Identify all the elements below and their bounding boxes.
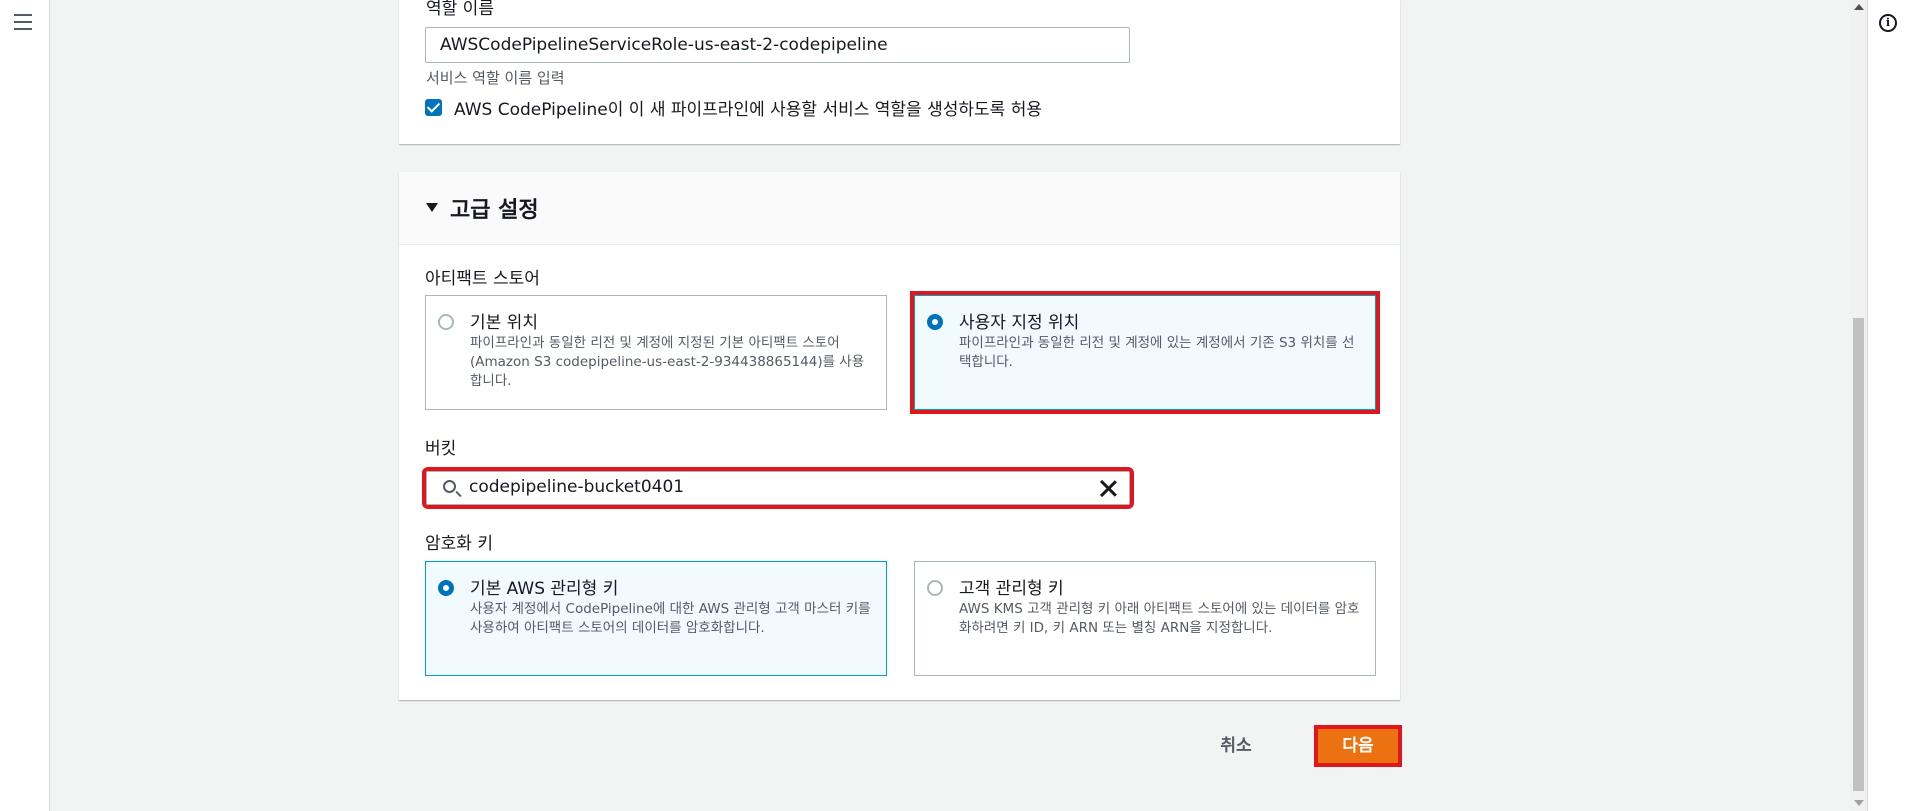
option-description: AWS KMS 고객 관리형 키 아래 아티팩트 스토어에 있는 데이터를 암호… [959, 601, 1360, 636]
cancel-button[interactable]: 취소 [1206, 729, 1266, 763]
encryption-aws-managed-radio[interactable] [438, 580, 454, 596]
encryption-aws-managed-option[interactable]: 기본 AWS 관리형 키 사용자 계정에서 CodePipeline에 대한 A… [425, 561, 887, 676]
scroll-up-arrow-icon[interactable] [1854, 4, 1864, 10]
encryption-customer-managed-option[interactable]: 고객 관리형 키 AWS KMS 고객 관리형 키 아래 아티팩트 스토어에 있… [914, 561, 1376, 676]
option-title: 기본 AWS 관리형 키 [470, 579, 619, 599]
artifact-default-location-option[interactable]: 기본 위치 파이프라인과 동일한 리전 및 계정에 지정된 기본 아티팩트 스토… [425, 295, 887, 410]
info-icon[interactable]: i [1879, 14, 1897, 32]
search-icon [443, 480, 456, 493]
option-title: 사용자 지정 위치 [959, 313, 1080, 333]
bucket-label: 버킷 [425, 439, 457, 459]
encryption-key-label: 암호화 키 [425, 534, 493, 554]
role-name-hint: 서비스 역할 이름 입력 [426, 69, 565, 87]
option-title: 고객 관리형 키 [959, 579, 1064, 599]
option-title: 기본 위치 [470, 313, 538, 333]
caret-down-icon[interactable] [426, 203, 438, 212]
allow-create-role-checkbox[interactable] [425, 99, 442, 116]
bucket-value: codepipeline-bucket0401 [469, 477, 685, 497]
option-description: 사용자 계정에서 CodePipeline에 대한 AWS 관리형 고객 마스터… [470, 601, 871, 636]
left-nav-rail [0, 0, 50, 811]
menu-icon[interactable] [14, 14, 32, 30]
advanced-settings-title[interactable]: 고급 설정 [450, 192, 539, 224]
scroll-down-arrow-icon[interactable] [1854, 800, 1864, 806]
scrollbar-thumb[interactable] [1853, 318, 1864, 791]
encryption-customer-managed-radio[interactable] [927, 580, 943, 596]
bucket-search-input[interactable]: codepipeline-bucket0401 [422, 467, 1134, 509]
option-description: 파이프라인과 동일한 리전 및 계정에 지정된 기본 아티팩트 스토어(Amaz… [470, 335, 865, 389]
next-button[interactable]: 다음 [1314, 725, 1402, 767]
right-help-rail [1867, 0, 1917, 811]
advanced-settings-header[interactable] [399, 172, 1400, 245]
allow-create-role-label: AWS CodePipeline이 이 새 파이프라인에 사용할 서비스 역할을… [454, 100, 1042, 120]
artifact-store-label: 아티팩트 스토어 [425, 269, 540, 289]
close-icon[interactable] [1099, 479, 1117, 497]
role-name-label: 역할 이름 [426, 0, 494, 19]
role-name-input[interactable]: AWSCodePipelineServiceRole-us-east-2-cod… [425, 27, 1130, 63]
artifact-custom-radio[interactable] [927, 314, 943, 330]
artifact-default-radio[interactable] [438, 314, 454, 330]
artifact-custom-location-option[interactable]: 사용자 지정 위치 파이프라인과 동일한 리전 및 계정에 있는 계정에서 기존… [910, 291, 1380, 414]
option-description: 파이프라인과 동일한 리전 및 계정에 있는 계정에서 기존 S3 위치를 선택… [959, 335, 1355, 370]
